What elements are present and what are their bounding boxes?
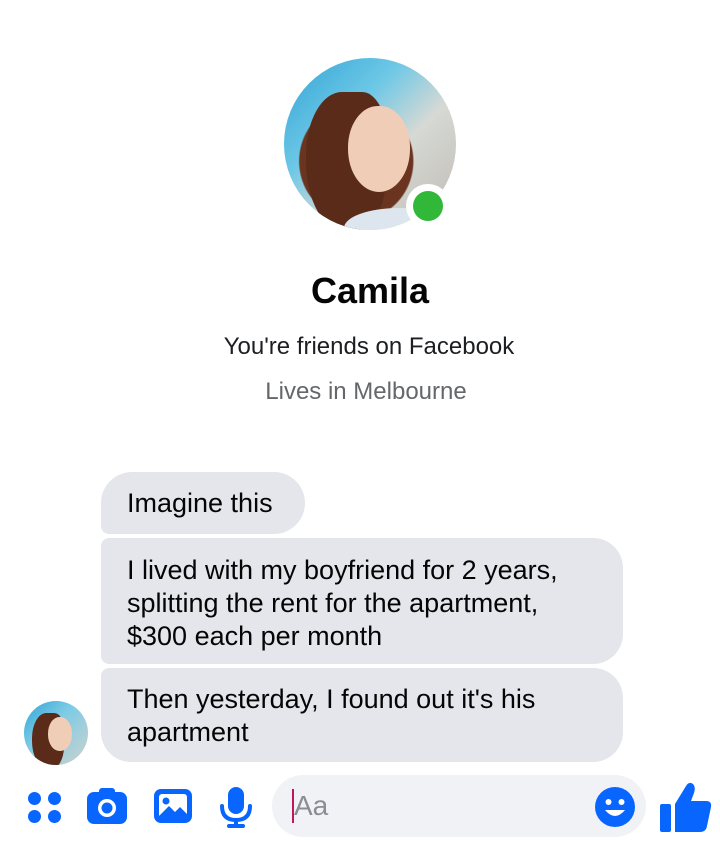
profile-name[interactable]: Camila [0,270,720,312]
message-bubble[interactable]: I lived with my boyfriend for 2 years, s… [101,538,623,664]
location-info: Lives in Melbourne [265,378,467,405]
message-bubble[interactable]: Then yesterday, I found out it's his apa… [101,668,623,762]
message-input[interactable]: Aa [272,775,646,837]
thumbs-up-icon[interactable] [658,780,714,834]
sender-avatar[interactable] [24,701,88,765]
emoji-icon[interactable] [594,786,636,828]
message-bubble[interactable]: Imagine this [101,472,305,534]
camera-icon[interactable] [86,786,127,826]
microphone-icon[interactable] [217,786,257,828]
message-input-placeholder: Aa [294,790,329,821]
apps-icon[interactable] [26,786,66,826]
gallery-icon[interactable] [153,786,193,826]
friendship-status: You're friends on Facebook [223,333,515,360]
online-status-indicator [406,184,450,228]
